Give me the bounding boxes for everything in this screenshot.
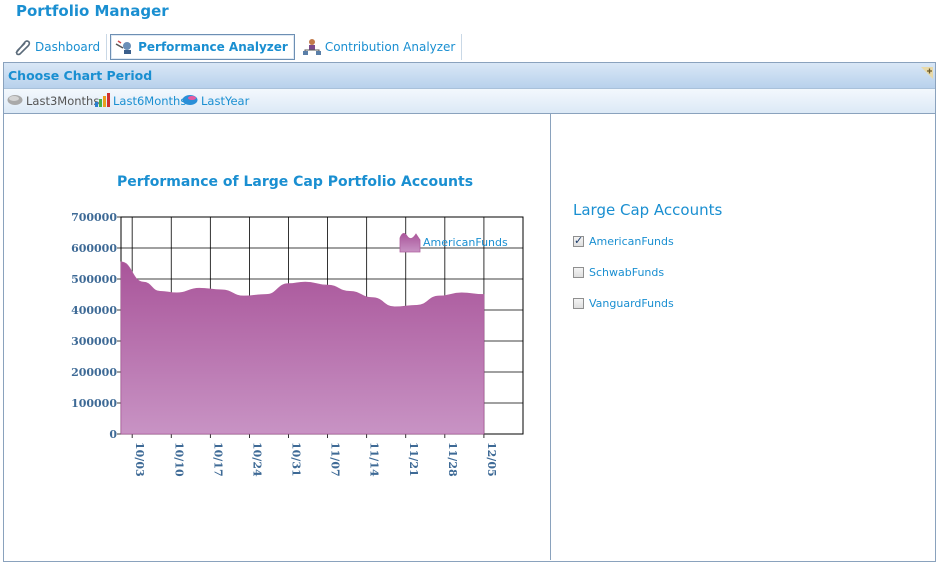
y-tick-label: 400000 (71, 304, 117, 317)
account-checkbox-american-funds[interactable]: AmericanFunds (573, 234, 674, 248)
analyzer-icon (115, 38, 135, 56)
gray-pill-icon (7, 94, 23, 109)
y-tick-label: 100000 (71, 397, 117, 410)
legend-label: AmericanFunds (423, 236, 508, 249)
account-label: VanguardFunds (589, 297, 674, 310)
account-label: AmericanFunds (589, 235, 674, 248)
org-chart-icon (302, 38, 322, 56)
paperclip-icon (12, 38, 32, 56)
y-tick-label: 500000 (71, 273, 117, 286)
chart-pane: Performance of Large Cap Portfolio Accou… (5, 114, 551, 560)
chart-period-panel: Choose Chart Period Last3Months Last6Mon… (3, 62, 936, 562)
bar-chart-icon (94, 92, 110, 110)
chart-title: Performance of Large Cap Portfolio Accou… (117, 174, 473, 190)
tab-contribution-analyzer[interactable]: Contribution Analyzer (298, 34, 463, 60)
app-title: Portfolio Manager (16, 2, 169, 20)
toolbar-label: Last3Months (26, 94, 100, 108)
panel-title: Choose Chart Period (8, 68, 153, 83)
expand-corner-icon[interactable] (921, 64, 933, 79)
tab-dashboard[interactable]: Dashboard (8, 34, 108, 60)
blue-pill-icon (182, 94, 198, 109)
x-tick-label: 10/10 (172, 442, 185, 477)
toolbar-label: LastYear (201, 94, 250, 108)
panel-header: Choose Chart Period (4, 63, 935, 89)
y-tick-label: 200000 (71, 366, 117, 379)
last-3-months-button[interactable]: Last3Months (7, 93, 99, 109)
main-tabs: Dashboard Performance Analyzer Contribut… (8, 34, 463, 60)
tab-label: Dashboard (35, 40, 101, 54)
account-checkbox-vanguard-funds[interactable]: VanguardFunds (573, 297, 674, 310)
x-tick-label: 11/14 (368, 442, 381, 477)
y-tick-label: 300000 (71, 335, 117, 348)
tab-performance-analyzer[interactable]: Performance Analyzer (110, 34, 295, 60)
performance-chart: Performance of Large Cap Portfolio Accou… (71, 174, 524, 477)
accounts-title: Large Cap Accounts (573, 201, 723, 219)
period-toolbar: Last3Months Last6Months LastYear (4, 89, 935, 114)
x-tick-label: 11/28 (446, 442, 459, 477)
account-checkbox-schwab-funds[interactable]: SchwabFunds (573, 266, 664, 279)
checkbox[interactable] (573, 267, 584, 278)
x-tick-label: 12/05 (485, 442, 498, 477)
x-tick-label: 11/07 (329, 442, 342, 477)
x-tick-label: 10/24 (250, 442, 263, 477)
checkbox[interactable] (573, 234, 584, 247)
tab-label: Performance Analyzer (138, 40, 288, 54)
y-tick-label: 700000 (71, 211, 117, 224)
last-6-months-button[interactable]: Last6Months (94, 92, 187, 110)
tab-label: Contribution Analyzer (324, 40, 456, 54)
accounts-pane: Large Cap Accounts AmericanFunds SchwabF… (552, 114, 935, 560)
x-tick-label: 10/17 (211, 442, 224, 477)
x-tick-label: 10/03 (133, 442, 146, 477)
toolbar-label: Last6Months (113, 94, 187, 108)
y-tick-label: 0 (109, 428, 117, 441)
checkbox[interactable] (573, 298, 584, 309)
x-tick-label: 11/21 (407, 442, 420, 477)
account-label: SchwabFunds (589, 266, 665, 279)
last-year-button[interactable]: LastYear (182, 93, 249, 109)
x-tick-label: 10/31 (290, 442, 303, 477)
y-tick-label: 600000 (71, 242, 117, 255)
